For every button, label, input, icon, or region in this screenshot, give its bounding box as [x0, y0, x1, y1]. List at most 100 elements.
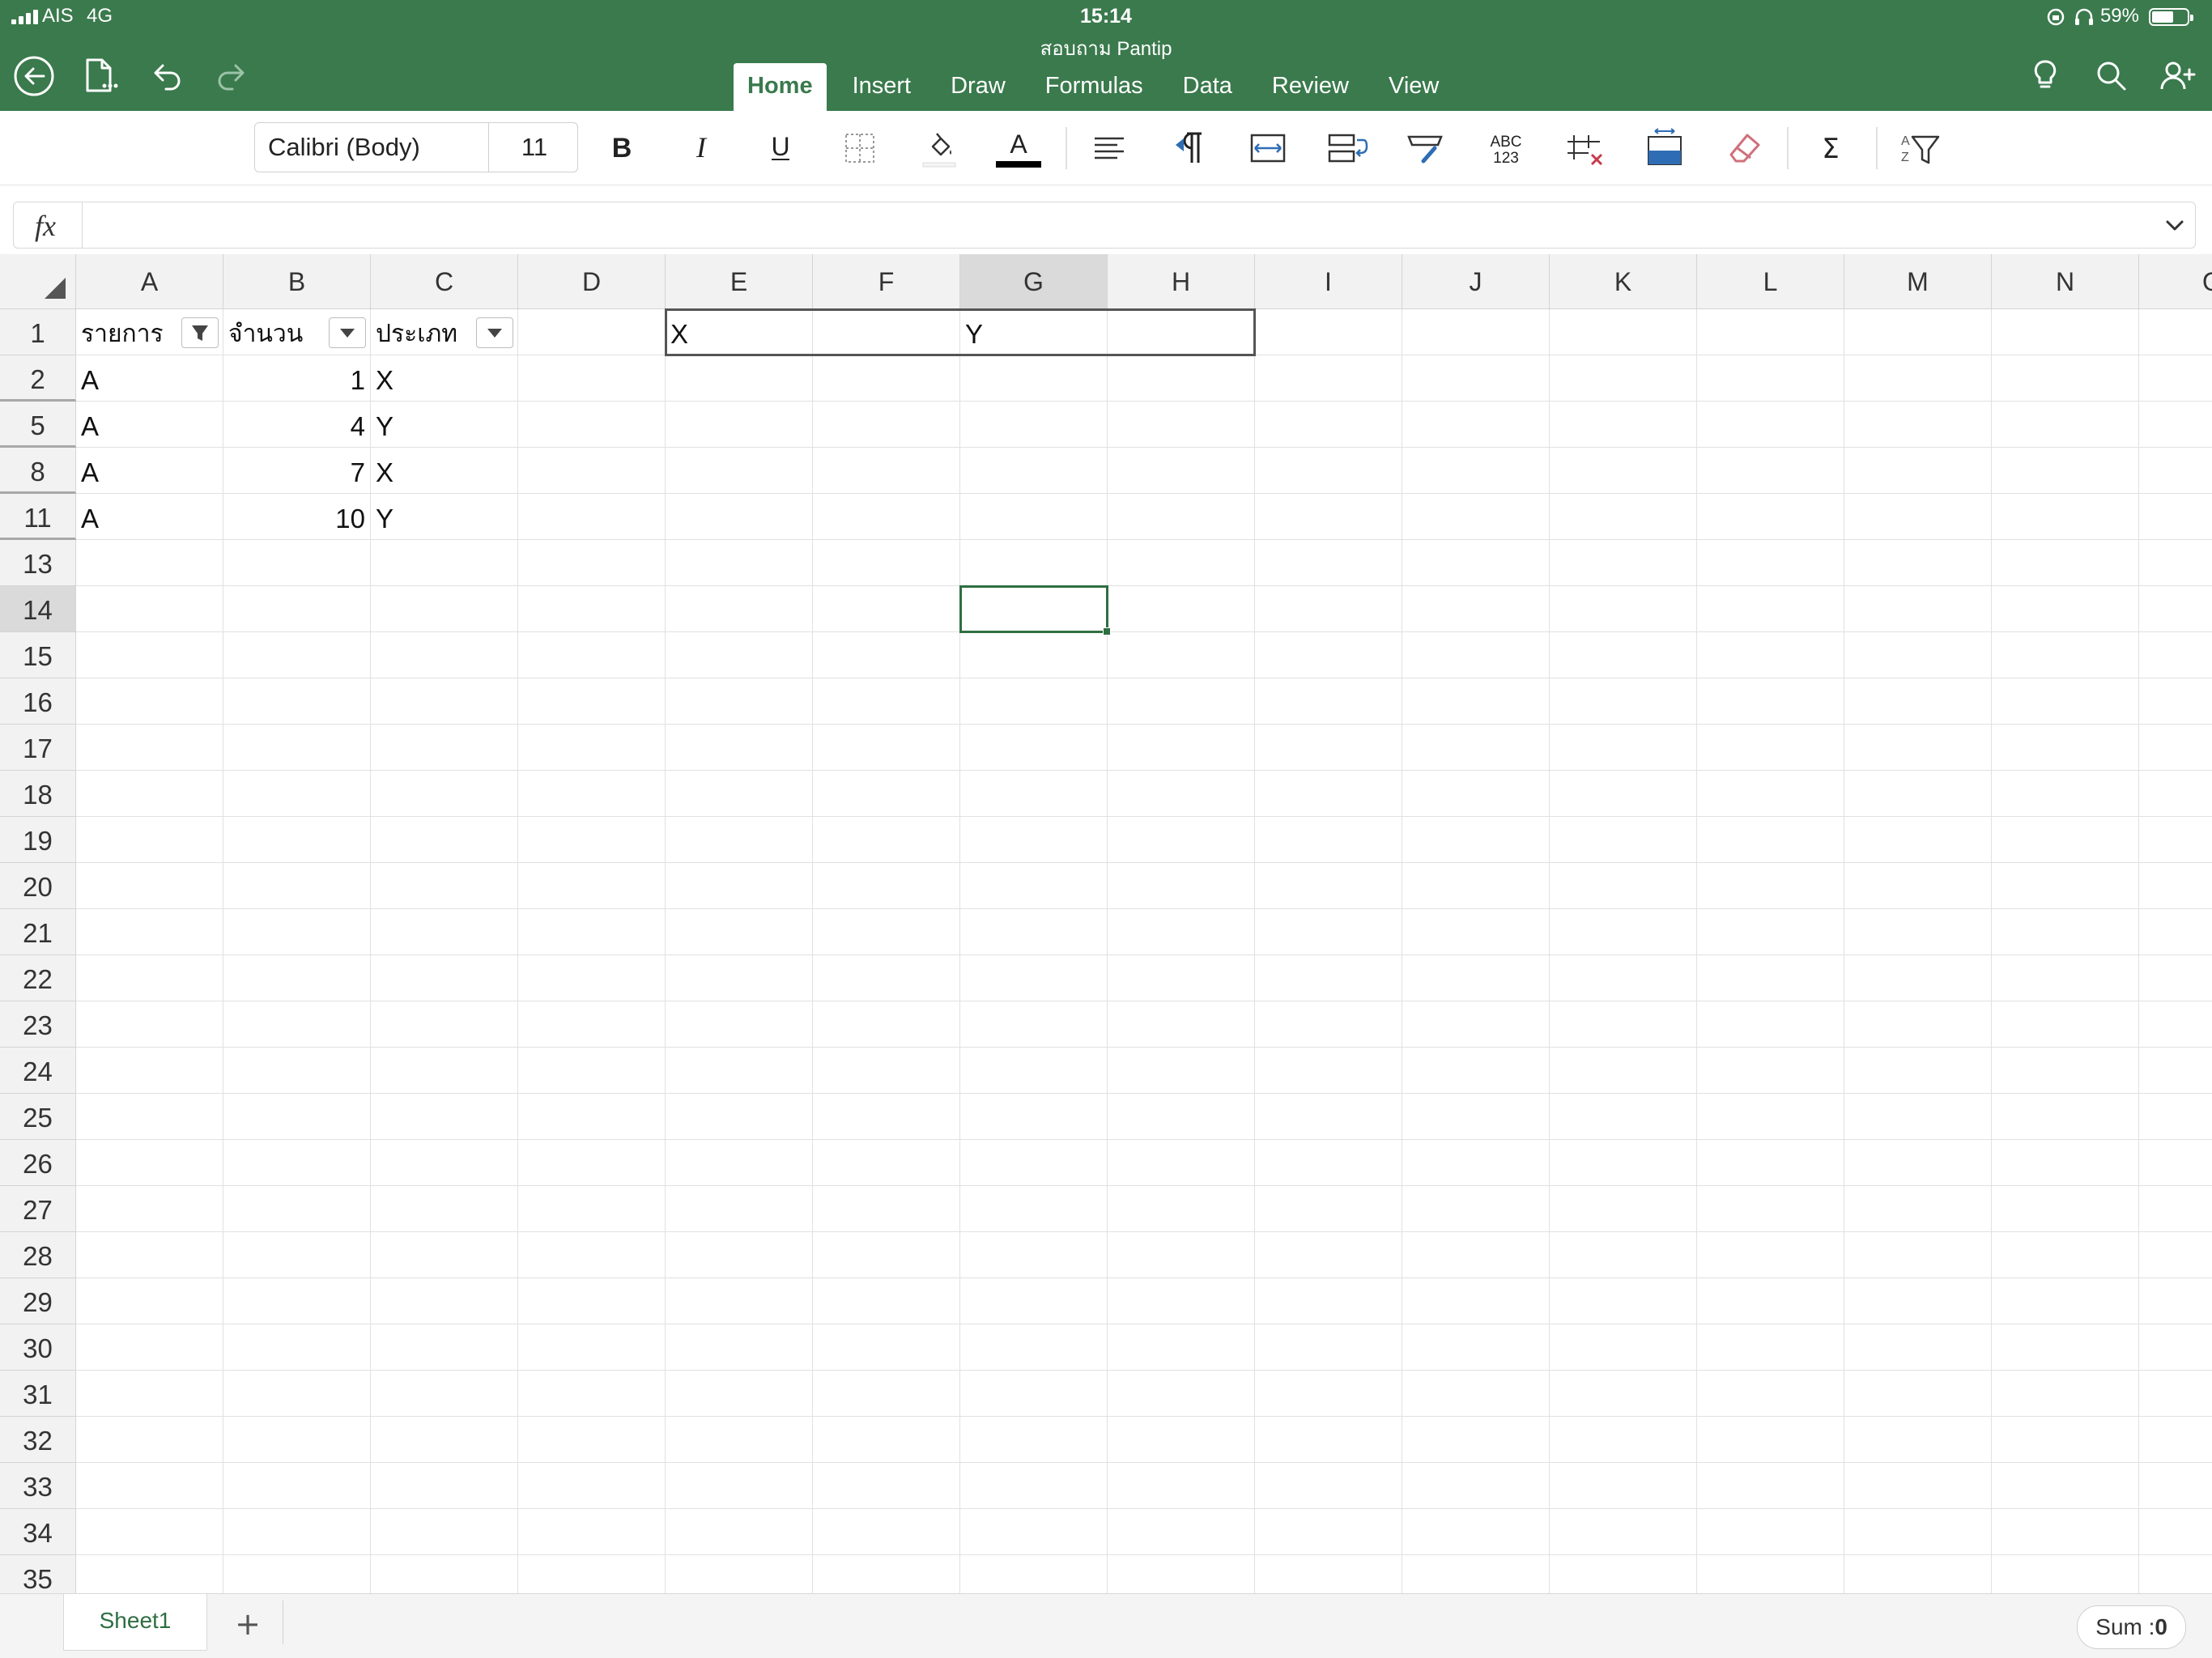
cell-f11[interactable]: [813, 494, 960, 540]
cell-f18[interactable]: [813, 771, 960, 817]
cell-i28[interactable]: [1255, 1232, 1402, 1278]
cell-c27[interactable]: [371, 1186, 518, 1232]
cell-k5[interactable]: [1550, 402, 1697, 448]
cell-f28[interactable]: [813, 1232, 960, 1278]
cell-c16[interactable]: [371, 678, 518, 725]
cell-o28[interactable]: [2139, 1232, 2212, 1278]
format-painter-button[interactable]: [1402, 124, 1451, 172]
cell-h27[interactable]: [1108, 1186, 1255, 1232]
cell-b18[interactable]: [223, 771, 371, 817]
cell-j23[interactable]: [1402, 1001, 1550, 1048]
cell-f13[interactable]: [813, 540, 960, 586]
cell-l35[interactable]: [1697, 1555, 1844, 1593]
cell-e34[interactable]: [666, 1509, 813, 1555]
cell-i22[interactable]: [1255, 955, 1402, 1001]
cell-g30[interactable]: [960, 1324, 1108, 1371]
cell-g24[interactable]: [960, 1048, 1108, 1094]
column-header-f[interactable]: F: [813, 254, 960, 309]
cell-h14[interactable]: [1108, 586, 1255, 632]
row-header-17[interactable]: 17: [0, 725, 76, 771]
cell-c19[interactable]: [371, 817, 518, 863]
cell-h31[interactable]: [1108, 1371, 1255, 1417]
cell-n2[interactable]: [1992, 355, 2139, 402]
cell-f17[interactable]: [813, 725, 960, 771]
cell-b16[interactable]: [223, 678, 371, 725]
cell-n1[interactable]: [1992, 309, 2139, 355]
cell-f23[interactable]: [813, 1001, 960, 1048]
column-header-i[interactable]: I: [1255, 254, 1402, 309]
cell-b33[interactable]: [223, 1463, 371, 1509]
tab-insert[interactable]: Insert: [839, 63, 925, 111]
cell-g23[interactable]: [960, 1001, 1108, 1048]
cell-o15[interactable]: [2139, 632, 2212, 678]
cell-c34[interactable]: [371, 1509, 518, 1555]
column-header-j[interactable]: J: [1402, 254, 1550, 309]
cell-h21[interactable]: [1108, 909, 1255, 955]
row-header-19[interactable]: 19: [0, 817, 76, 863]
cell-b5[interactable]: 4: [223, 402, 371, 448]
cell-m16[interactable]: [1844, 678, 1992, 725]
cell-o21[interactable]: [2139, 909, 2212, 955]
cell-a21[interactable]: [76, 909, 223, 955]
cell-j16[interactable]: [1402, 678, 1550, 725]
tab-draw[interactable]: Draw: [937, 63, 1019, 111]
column-header-a[interactable]: A: [76, 254, 223, 309]
cell-f31[interactable]: [813, 1371, 960, 1417]
cell-a28[interactable]: [76, 1232, 223, 1278]
cell-o32[interactable]: [2139, 1417, 2212, 1463]
cell-d14[interactable]: [518, 586, 666, 632]
cell-b24[interactable]: [223, 1048, 371, 1094]
cell-l30[interactable]: [1697, 1324, 1844, 1371]
cell-k14[interactable]: [1550, 586, 1697, 632]
filter-dropdown-button[interactable]: [329, 317, 366, 348]
cell-f30[interactable]: [813, 1324, 960, 1371]
cell-e20[interactable]: [666, 863, 813, 909]
cell-c17[interactable]: [371, 725, 518, 771]
row-header-24[interactable]: 24: [0, 1048, 76, 1094]
cell-i35[interactable]: [1255, 1555, 1402, 1593]
cell-i13[interactable]: [1255, 540, 1402, 586]
font-name-field[interactable]: Calibri (Body): [268, 123, 420, 172]
cell-g32[interactable]: [960, 1417, 1108, 1463]
cell-b19[interactable]: [223, 817, 371, 863]
cell-k24[interactable]: [1550, 1048, 1697, 1094]
cell-l34[interactable]: [1697, 1509, 1844, 1555]
row-header-22[interactable]: 22: [0, 955, 76, 1001]
cell-h5[interactable]: [1108, 402, 1255, 448]
cell-n29[interactable]: [1992, 1278, 2139, 1324]
cell-m31[interactable]: [1844, 1371, 1992, 1417]
cell-b34[interactable]: [223, 1509, 371, 1555]
autosum-button[interactable]: Σ: [1806, 124, 1855, 172]
row-header-25[interactable]: 25: [0, 1094, 76, 1140]
cell-j2[interactable]: [1402, 355, 1550, 402]
column-header-k[interactable]: K: [1550, 254, 1697, 309]
cell-f26[interactable]: [813, 1140, 960, 1186]
cell-i17[interactable]: [1255, 725, 1402, 771]
cell-a34[interactable]: [76, 1509, 223, 1555]
cell-i14[interactable]: [1255, 586, 1402, 632]
cell-j28[interactable]: [1402, 1232, 1550, 1278]
cell-a27[interactable]: [76, 1186, 223, 1232]
status-sum[interactable]: Sum :0: [2077, 1605, 2186, 1649]
cell-a11[interactable]: A: [76, 494, 223, 540]
cell-k30[interactable]: [1550, 1324, 1697, 1371]
cell-g15[interactable]: [960, 632, 1108, 678]
cell-g16[interactable]: [960, 678, 1108, 725]
cell-n17[interactable]: [1992, 725, 2139, 771]
row-header-30[interactable]: 30: [0, 1324, 76, 1371]
cell-m18[interactable]: [1844, 771, 1992, 817]
cell-j30[interactable]: [1402, 1324, 1550, 1371]
cell-l22[interactable]: [1697, 955, 1844, 1001]
cell-d11[interactable]: [518, 494, 666, 540]
cell-f19[interactable]: [813, 817, 960, 863]
cell-e21[interactable]: [666, 909, 813, 955]
cell-d17[interactable]: [518, 725, 666, 771]
cell-c23[interactable]: [371, 1001, 518, 1048]
cell-h24[interactable]: [1108, 1048, 1255, 1094]
cell-f1[interactable]: [813, 309, 960, 355]
cell-g5[interactable]: [960, 402, 1108, 448]
row-header-18[interactable]: 18: [0, 771, 76, 817]
cell-l17[interactable]: [1697, 725, 1844, 771]
cell-h8[interactable]: [1108, 448, 1255, 494]
cell-a13[interactable]: [76, 540, 223, 586]
